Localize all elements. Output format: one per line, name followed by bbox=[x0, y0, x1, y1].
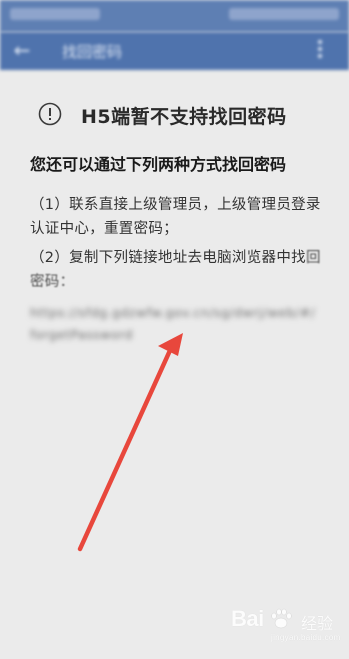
app-bar-title: 找回密码 bbox=[62, 43, 123, 61]
watermark-brand: Bai bbox=[231, 606, 264, 631]
status-bar bbox=[0, 0, 349, 32]
status-bar-time bbox=[10, 8, 100, 20]
watermark-url: jingyan.baidu.com bbox=[271, 633, 341, 642]
section-heading: 您还可以通过下列两种方式找回密码 bbox=[30, 155, 287, 174]
baidu-jingyan-watermark: Bai 经验 jingyan.baidu.com bbox=[231, 606, 341, 642]
back-arrow-icon[interactable]: ← bbox=[10, 38, 34, 62]
option-2-main: （2）复制下列链接地址去电脑浏览器中找 bbox=[30, 250, 306, 266]
option-2-text: （2）复制下列链接地址去电脑浏览器中找回密码： bbox=[30, 246, 324, 294]
info-icon bbox=[38, 102, 62, 126]
page-content: H5端暂不支持找回密码 您还可以通过下列两种方式找回密码 （1）联系直接上级管理… bbox=[0, 70, 349, 659]
more-options-icon[interactable] bbox=[317, 40, 323, 60]
notice-title: H5端暂不支持找回密码 bbox=[81, 106, 287, 128]
watermark-suffix: 经验 bbox=[301, 614, 334, 633]
recovery-url[interactable]: https://sfdg.gdzwfw.gov.cn/sg/dwrj/web/#… bbox=[30, 302, 320, 346]
paw-icon bbox=[271, 608, 292, 629]
option-1-text: （1）联系直接上级管理员，上级管理员登录认证中心，重置密码； bbox=[30, 197, 321, 237]
status-bar-indicators bbox=[229, 8, 339, 20]
app-bar: ← 找回密码 bbox=[0, 32, 349, 70]
